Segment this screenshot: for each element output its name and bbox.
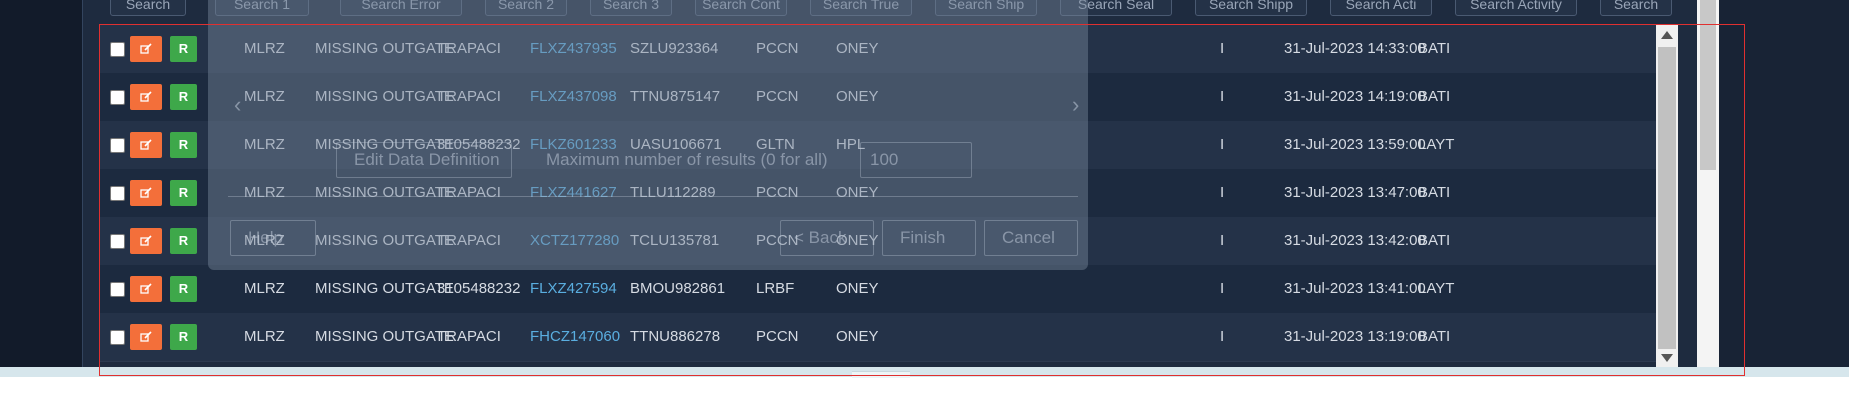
scrollbar-thumb[interactable] — [1658, 47, 1676, 349]
bottom-status-bar — [0, 367, 1849, 377]
help-label: Help — [248, 228, 283, 247]
back-label: < Back — [794, 228, 847, 247]
cell-error: MISSING OUTGATE — [315, 328, 454, 345]
cell-datetime: 31-Jul-2023 13:41:00 — [1284, 280, 1426, 297]
cell-container: BMOU982861 — [630, 280, 726, 297]
row-checkbox[interactable] — [110, 186, 125, 201]
cell-activity: I — [1220, 232, 1225, 249]
cell-location: BATI — [1418, 328, 1451, 345]
cell-datetime: 31-Jul-2023 13:59:00 — [1284, 136, 1426, 153]
cell-datetime: 31-Jul-2023 13:19:00 — [1284, 328, 1426, 345]
cell-activity: I — [1220, 280, 1225, 297]
cell-container: TTNU886278 — [630, 328, 721, 345]
edit-button[interactable] — [130, 132, 162, 158]
cell-error: MISSING OUTGATE — [315, 280, 454, 297]
r-button[interactable]: R — [170, 276, 197, 302]
search-button[interactable]: Search — [1600, 0, 1672, 16]
cell-activity: I — [1220, 88, 1225, 105]
cell-code: MLRZ — [244, 280, 285, 297]
cell-datetime: 31-Jul-2023 13:42:00 — [1284, 232, 1426, 249]
table-row: R MLRZ MISSING OUTGATE TRAPACI FHCZ14706… — [100, 313, 1656, 362]
search-button[interactable]: Search Acti — [1330, 0, 1432, 16]
r-button[interactable]: R — [170, 132, 197, 158]
translucent-dialog-overlay: ‹ › Edit Data Definition Maximum number … — [208, 0, 1088, 270]
cell-activity: I — [1220, 136, 1225, 153]
r-button[interactable]: R — [170, 324, 197, 350]
edit-icon — [140, 139, 152, 150]
cell-activity: I — [1220, 40, 1225, 57]
cell-activity: I — [1220, 184, 1225, 201]
edit-data-definition-label: Edit Data Definition — [354, 150, 500, 169]
row-checkbox[interactable] — [110, 90, 125, 105]
cell-location: BATI — [1418, 88, 1451, 105]
finish-label: Finish — [900, 228, 946, 247]
row-checkbox[interactable] — [110, 42, 125, 57]
page-scrollbar-thumb[interactable] — [1700, 0, 1716, 170]
cell-datetime: 31-Jul-2023 14:19:00 — [1284, 88, 1426, 105]
edit-button[interactable] — [130, 228, 162, 254]
scroll-up-icon[interactable] — [1661, 31, 1673, 39]
cell-trucker: LRBF — [756, 280, 795, 297]
scroll-down-icon[interactable] — [1661, 354, 1673, 362]
bottom-tab-handle[interactable] — [852, 371, 910, 378]
cell-shipper: ONEY — [836, 280, 879, 297]
edit-icon — [140, 331, 152, 342]
cancel-label: Cancel — [1002, 228, 1055, 247]
cell-terminal: TRAPACI — [437, 328, 501, 345]
max-results-label: Maximum number of results (0 for all) — [546, 150, 828, 169]
cell-chassis-link[interactable]: FHCZ147060 — [530, 313, 620, 361]
cell-location: LAYT — [1418, 136, 1455, 153]
cell-chassis-link[interactable]: FLXZ427594 — [530, 265, 617, 313]
edit-button[interactable] — [130, 324, 162, 350]
cell-datetime: 31-Jul-2023 14:33:00 — [1284, 40, 1426, 57]
edit-icon — [140, 187, 152, 198]
table-row: R MLRZ MISSING OUTGATE 3105488232 FLXZ42… — [100, 265, 1656, 314]
cell-location: BATI — [1418, 232, 1451, 249]
edit-icon — [140, 43, 152, 54]
r-button[interactable]: R — [170, 180, 197, 206]
grid-vertical-scrollbar[interactable] — [1656, 25, 1678, 368]
edit-button[interactable] — [130, 180, 162, 206]
cell-location: BATI — [1418, 40, 1451, 57]
page-vertical-scrollbar[interactable] — [1697, 0, 1719, 367]
edit-icon — [140, 235, 152, 246]
cell-location: BATI — [1418, 184, 1451, 201]
cell-terminal: 3105488232 — [437, 280, 521, 297]
edit-button[interactable] — [130, 84, 162, 110]
cell-shipper: ONEY — [836, 328, 879, 345]
row-checkbox[interactable] — [110, 330, 125, 345]
cell-activity: I — [1220, 328, 1225, 345]
row-checkbox[interactable] — [110, 138, 125, 153]
r-button[interactable]: R — [170, 36, 197, 62]
search-button[interactable]: Search — [110, 0, 186, 16]
left-sidebar-strip — [0, 0, 82, 367]
row-checkbox[interactable] — [110, 234, 125, 249]
chevron-left-icon[interactable]: ‹ — [234, 92, 241, 118]
edit-icon — [140, 91, 152, 102]
row-checkbox[interactable] — [110, 282, 125, 297]
cell-location: LAYT — [1418, 280, 1455, 297]
edit-button[interactable] — [130, 36, 162, 62]
dialog-divider — [228, 196, 1078, 197]
edit-icon — [140, 283, 152, 294]
search-button[interactable]: Search Shipp — [1195, 0, 1307, 16]
max-results-value: 100 — [870, 150, 899, 169]
r-button[interactable]: R — [170, 84, 197, 110]
cell-datetime: 31-Jul-2023 13:47:00 — [1284, 184, 1426, 201]
cell-code: MLRZ — [244, 328, 285, 345]
search-button[interactable]: Search Activity — [1455, 0, 1577, 16]
cell-trucker: PCCN — [756, 328, 799, 345]
r-button[interactable]: R — [170, 228, 197, 254]
chevron-right-icon[interactable]: › — [1072, 92, 1079, 118]
edit-button[interactable] — [130, 276, 162, 302]
